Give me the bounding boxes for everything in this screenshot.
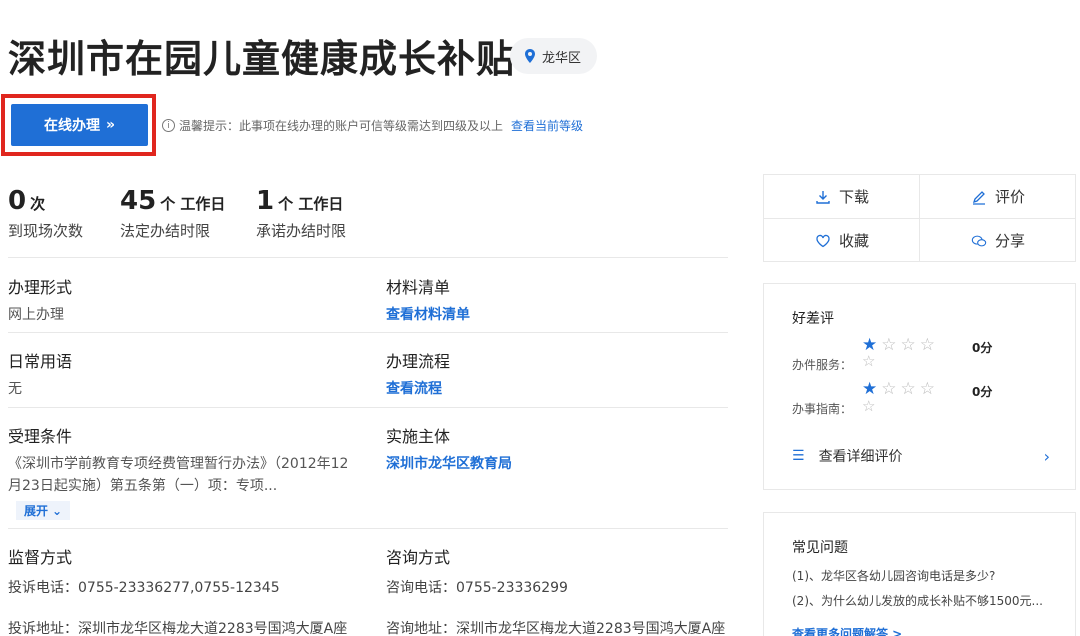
faq-item[interactable]: (2)、为什么幼儿发放的成长补贴不够1500元... <box>792 592 1043 609</box>
double-chevron-right-icon: » <box>105 117 116 133</box>
download-icon <box>816 190 830 204</box>
tip-notice: i 温馨提示：此事项在线办理的账户可信等级需达到四级及以上 查看当前等级 <box>162 117 583 134</box>
stat-unit: 个 工作日 <box>160 195 226 213</box>
field-label: 日常用语 <box>8 352 73 371</box>
check-level-link[interactable]: 查看当前等级 <box>511 117 583 134</box>
favorite-button[interactable]: 收藏 <box>764 219 920 262</box>
field-label: 受理条件 <box>8 427 73 446</box>
evaluate-button[interactable]: 评价 <box>920 175 1076 218</box>
field-label: 材料清单 <box>386 278 451 297</box>
stat-promised-time-limit: 1个 工作日 承诺办结时限 <box>256 186 346 241</box>
service-rating-label: 办件服务： <box>792 358 853 372</box>
complaint-address: 投诉地址：深圳市龙华区梅龙大道2283号国鸿大厦A座 <box>8 621 348 636</box>
guide-rating-label: 办事指南： <box>792 402 853 416</box>
expand-button[interactable]: 展开 ⌄ <box>16 501 71 520</box>
view-process-link[interactable]: 查看流程 <box>386 378 726 400</box>
info-icon: i <box>162 119 175 132</box>
divider <box>8 407 728 408</box>
favorite-label: 收藏 <box>838 232 869 250</box>
field-supervision: 监督方式 <box>8 544 348 568</box>
online-apply-highlight: 在线办理 » <box>1 94 156 156</box>
star-icon: ☆ <box>862 352 876 370</box>
view-detail-rating-link[interactable]: ☰ 查看详细评价 › <box>792 446 1050 466</box>
chevron-right-icon: › <box>1043 446 1050 466</box>
share-icon <box>971 235 987 246</box>
divider <box>8 257 728 258</box>
field-value: 无 <box>8 381 22 397</box>
location-pin-icon <box>525 49 535 63</box>
faq-item[interactable]: (1)、龙华区各幼儿园咨询电话是多少? <box>792 567 995 584</box>
field-label: 办理形式 <box>8 278 73 297</box>
field-label: 办理流程 <box>386 352 451 371</box>
stat-value: 45 <box>120 186 157 216</box>
download-label: 下载 <box>838 188 869 206</box>
field-form: 办理形式 网上办理 <box>8 274 348 326</box>
share-label: 分享 <box>994 232 1025 250</box>
stat-label: 承诺办结时限 <box>256 222 347 240</box>
guide-star-rating: ★☆☆☆ <box>862 379 939 399</box>
star-icon: ☆ <box>862 397 876 415</box>
stat-onsite-visits: 0次 到现场次数 <box>8 186 83 241</box>
divider <box>8 332 728 333</box>
field-process: 办理流程 查看流程 <box>386 348 726 400</box>
implementer-link[interactable]: 深圳市龙华区教育局 <box>386 453 726 475</box>
service-score: 0分 <box>972 341 993 355</box>
rating-title: 好差评 <box>792 311 834 327</box>
view-materials-link[interactable]: 查看材料清单 <box>386 304 726 326</box>
chevron-down-icon: ⌄ <box>52 503 63 518</box>
evaluate-label: 评价 <box>994 188 1025 206</box>
share-button[interactable]: 分享 <box>920 219 1076 262</box>
field-label: 监督方式 <box>8 548 73 567</box>
stat-value: 0 <box>8 186 27 216</box>
stat-unit: 次 <box>30 195 46 213</box>
heart-icon <box>816 234 830 247</box>
online-apply-button[interactable]: 在线办理 » <box>11 104 148 146</box>
region-badge: 龙华区 <box>510 38 598 74</box>
online-apply-label: 在线办理 <box>43 118 100 134</box>
field-label: 咨询方式 <box>386 548 451 567</box>
pen-icon <box>972 190 985 205</box>
field-label: 实施主体 <box>386 427 451 446</box>
stat-label: 到现场次数 <box>8 222 84 240</box>
faq-title: 常见问题 <box>792 540 848 556</box>
guide-score: 0分 <box>972 385 993 399</box>
field-materials: 材料清单 查看材料清单 <box>386 274 726 326</box>
detail-label: 查看详细评价 <box>818 449 903 465</box>
tip-text: 温馨提示：此事项在线办理的账户可信等级需达到四级及以上 <box>179 119 504 133</box>
consult-phone: 咨询电话：0755-23336299 <box>386 580 568 596</box>
list-icon: ☰ <box>792 448 805 464</box>
actions-card: 下载 评价 收藏 分享 <box>763 174 1076 262</box>
stat-value: 1 <box>256 186 275 216</box>
field-value: 《深圳市学前教育专项经费管理暂行办法》（2012年12月23日起实施）第五条第（… <box>8 456 349 494</box>
field-conditions: 受理条件 《深圳市学前教育专项经费管理暂行办法》（2012年12月23日起实施）… <box>8 423 353 520</box>
divider <box>8 528 728 529</box>
field-daily-terms: 日常用语 无 <box>8 348 348 400</box>
rating-card: 好差评 ★☆☆☆ 0分 办件服务： ☆ ★☆☆☆ 0分 办事指南： ☆ ☰ 查看… <box>763 283 1076 490</box>
stat-legal-time-limit: 45 个 工作日 法定办结时限 <box>120 186 225 241</box>
consult-address: 咨询地址：深圳市龙华区梅龙大道2283号国鸿大厦A座 <box>386 621 726 636</box>
complaint-phone: 投诉电话：0755-23336277,0755-12345 <box>8 580 280 596</box>
field-implementer: 实施主体 深圳市龙华区教育局 <box>386 423 726 475</box>
faq-card: 常见问题 (1)、龙华区各幼儿园咨询电话是多少? (2)、为什么幼儿发放的成长补… <box>763 512 1076 636</box>
region-label: 龙华区 <box>542 50 582 66</box>
page-title: 深圳市在园儿童健康成长补贴 <box>8 37 516 81</box>
expand-label: 展开 <box>24 504 49 518</box>
stat-label: 法定办结时限 <box>120 222 211 240</box>
faq-more-link[interactable]: 查看更多问题解答 > <box>792 625 902 636</box>
download-button[interactable]: 下载 <box>764 175 920 218</box>
field-value: 网上办理 <box>8 307 64 323</box>
stat-unit: 个 工作日 <box>278 195 344 213</box>
field-consult: 咨询方式 <box>386 544 726 568</box>
